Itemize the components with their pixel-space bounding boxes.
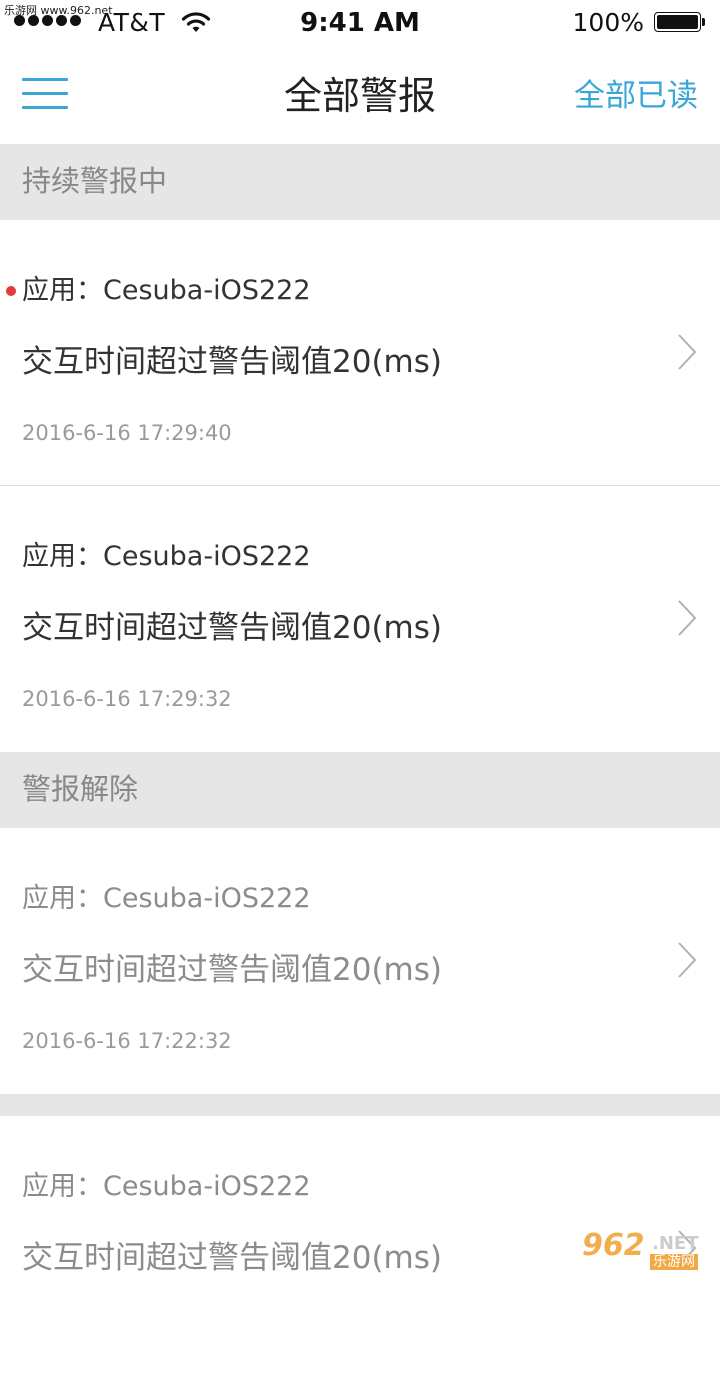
alert-app: 应用：Cesuba-iOS222 — [22, 883, 311, 914]
alert-app: 应用：Cesuba-iOS222 — [22, 541, 311, 572]
chevron-right-icon — [678, 600, 697, 636]
section-gap — [0, 1094, 720, 1116]
alert-time: 2016-6-16 17:29:40 — [22, 421, 232, 445]
alert-time: 2016-6-16 17:29:32 — [22, 687, 232, 711]
alert-app: 应用：Cesuba-iOS222 — [22, 275, 311, 306]
chevron-right-icon — [678, 334, 697, 370]
alert-message: 交互时间超过警告阈值20(ms) — [22, 1240, 442, 1276]
watermark-logo-suffix: .NET — [652, 1233, 699, 1254]
unread-dot-icon — [6, 286, 16, 296]
alert-message: 交互时间超过警告阈值20(ms) — [22, 610, 442, 646]
section-header-ongoing: 持续警报中 — [0, 144, 720, 220]
alert-item[interactable]: 应用：Cesuba-iOS222 交互时间超过警告阈值20(ms) 2016-6… — [0, 828, 720, 1094]
nav-bar: 全部警报 全部已读 — [0, 48, 720, 144]
section-title: 持续警报中 — [22, 164, 168, 198]
alert-time: 2016-6-16 17:22:32 — [22, 1029, 232, 1053]
battery-icon — [654, 12, 708, 34]
alert-app: 应用：Cesuba-iOS222 — [22, 1171, 311, 1202]
battery-percent: 100% — [572, 8, 644, 37]
watermark-logo-cn: 乐游网 — [650, 1254, 698, 1270]
status-bar: 乐游网 www.962.net AT&T 9:41 AM 100% — [0, 0, 720, 48]
watermark-logo-number: 962 — [582, 1228, 645, 1263]
alert-item[interactable]: 应用：Cesuba-iOS222 交互时间超过警告阈值20(ms) 2016-6… — [0, 486, 720, 752]
chevron-right-icon — [678, 942, 697, 978]
section-title: 警报解除 — [22, 772, 139, 806]
watermark-logo: 962 .NET 乐游网 — [582, 1230, 712, 1274]
alert-item[interactable]: 应用：Cesuba-iOS222 交互时间超过警告阈值20(ms) 2016-6… — [0, 220, 720, 486]
alert-message: 交互时间超过警告阈值20(ms) — [22, 344, 442, 380]
section-header-resolved: 警报解除 — [0, 752, 720, 828]
alert-message: 交互时间超过警告阈值20(ms) — [22, 952, 442, 988]
mark-all-read-button[interactable]: 全部已读 — [574, 76, 698, 116]
